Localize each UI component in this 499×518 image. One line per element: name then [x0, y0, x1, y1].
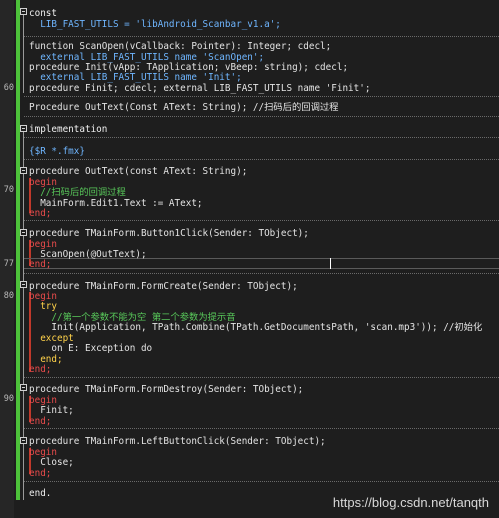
divider	[24, 96, 499, 97]
code-line[interactable]: end;	[29, 259, 51, 270]
code-line[interactable]: procedure TMainForm.LeftButtonClick(Send…	[29, 436, 326, 447]
fold-guide	[23, 13, 24, 93]
code-line[interactable]: on E: Exception do	[29, 343, 152, 354]
line-number-gutter: 60 70 77 80 90	[0, 0, 14, 518]
code-line[interactable]: MainForm.Edit1.Text := AText;	[29, 198, 202, 209]
code-line[interactable]: {$R *.fmx}	[29, 146, 85, 157]
code-line[interactable]: LIB_FAST_UTILS = 'libAndroid_Scanbar_v1.…	[29, 19, 281, 30]
line-number: 77	[3, 259, 14, 269]
code-line[interactable]: //扫码后的回调过程	[29, 187, 126, 198]
line-number: 70	[3, 185, 14, 195]
fold-guide	[23, 130, 24, 500]
code-line[interactable]: procedure TMainForm.FormCreate(Sender: T…	[29, 281, 298, 292]
code-line[interactable]: try	[29, 301, 57, 312]
fold-toggle-icon[interactable]	[20, 384, 27, 391]
divider	[24, 137, 499, 138]
divider	[24, 36, 499, 37]
code-line[interactable]: end;	[29, 208, 51, 219]
code-line[interactable]: procedure TMainForm.FormDestroy(Sender: …	[29, 384, 303, 395]
text-caret	[330, 258, 331, 269]
code-line[interactable]: const	[29, 8, 57, 19]
code-editor[interactable]: 60 70 77 80 90 const LIB_FAST_UTILS = 'l…	[0, 0, 499, 518]
fold-toggle-icon[interactable]	[20, 125, 27, 132]
code-line[interactable]: Finit;	[29, 405, 74, 416]
code-line[interactable]: Procedure OutText(Const AText: String); …	[29, 102, 338, 113]
fold-toggle-icon[interactable]	[20, 8, 27, 15]
code-line[interactable]: end;	[29, 364, 51, 375]
code-line[interactable]: Init(Application, TPath.Combine(TPath.Ge…	[29, 322, 482, 333]
divider	[24, 220, 499, 221]
divider	[24, 377, 499, 378]
divider	[24, 481, 499, 482]
divider	[24, 159, 499, 160]
fold-toggle-icon[interactable]	[20, 281, 27, 288]
fold-toggle-icon[interactable]	[20, 437, 27, 444]
code-line[interactable]: procedure Finit; cdecl; external LIB_FAS…	[29, 83, 370, 94]
code-line[interactable]: end.	[29, 488, 51, 499]
code-line[interactable]: end;	[29, 468, 51, 479]
divider	[24, 116, 499, 117]
line-number: 80	[3, 291, 14, 301]
divider	[24, 428, 499, 429]
fold-toggle-icon[interactable]	[20, 229, 27, 236]
line-number: 90	[3, 394, 14, 404]
code-line[interactable]: implementation	[29, 124, 107, 135]
line-number: 60	[3, 83, 14, 93]
watermark-text: https://blog.csdn.net/tanqth	[332, 495, 489, 510]
code-line[interactable]: procedure TMainForm.Button1Click(Sender:…	[29, 228, 309, 239]
code-line[interactable]: Close;	[29, 457, 74, 468]
fold-toggle-icon[interactable]	[20, 167, 27, 174]
divider	[24, 273, 499, 274]
code-line[interactable]: procedure OutText(const AText: String);	[29, 166, 247, 177]
modified-lines-bar	[16, 0, 20, 500]
code-line[interactable]: end;	[29, 416, 51, 427]
code-line[interactable]: function ScanOpen(vCallback: Pointer): I…	[29, 41, 331, 52]
code-line[interactable]: external LIB_FAST_UTILS name 'Init';	[29, 72, 242, 83]
